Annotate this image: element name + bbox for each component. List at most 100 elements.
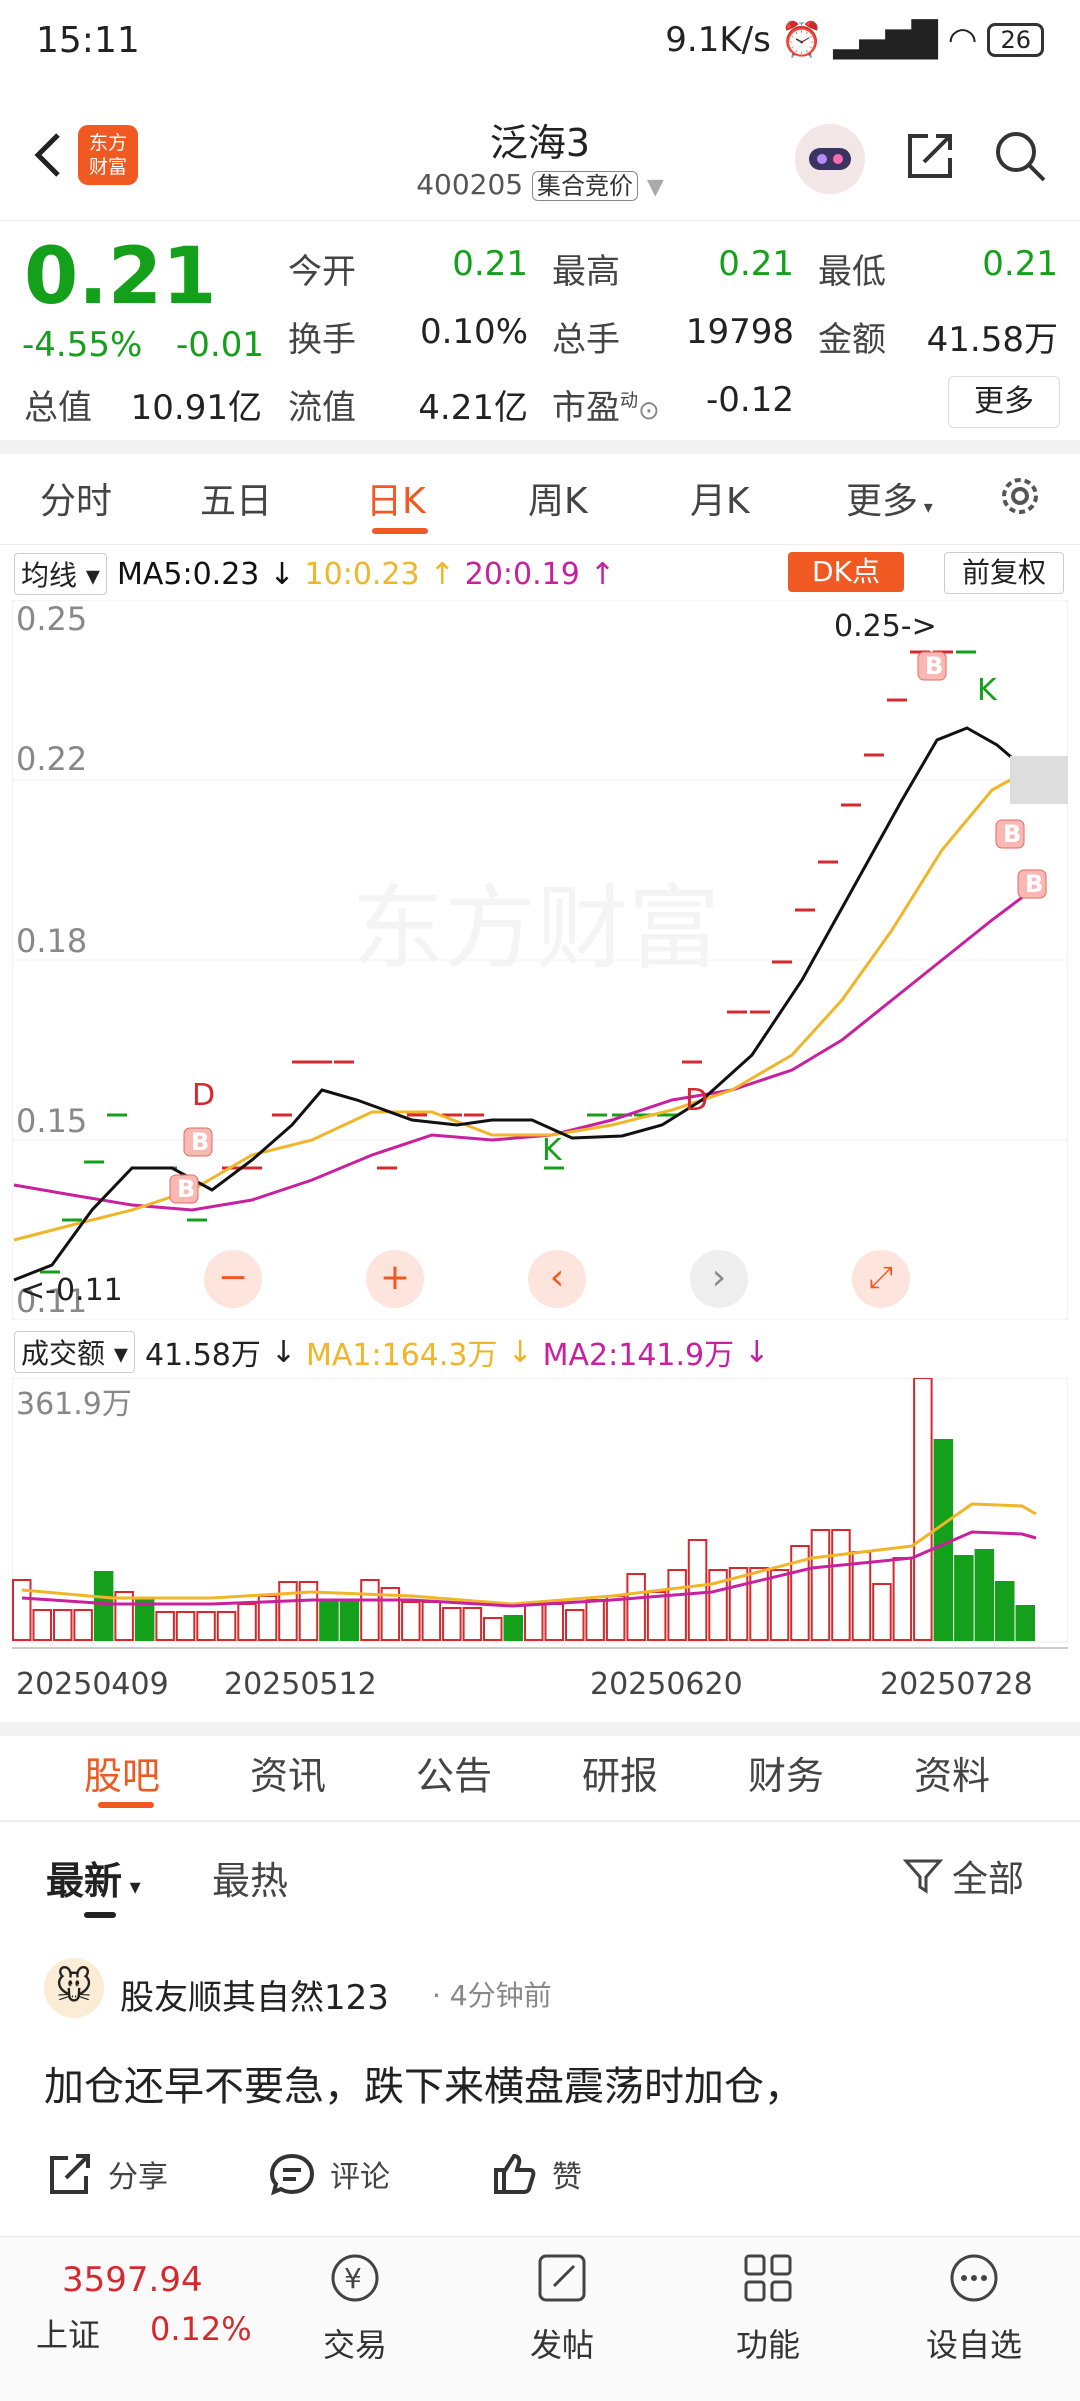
volume-bar	[401, 1601, 421, 1641]
battery-icon: 26	[987, 23, 1044, 57]
like-action[interactable]: 赞	[490, 2150, 582, 2198]
dk-marker: D	[685, 1083, 708, 1118]
user-avatar[interactable]: 🐭	[44, 1958, 104, 2018]
tab-news[interactable]: 资讯	[250, 1745, 326, 1800]
pe-label-text: 市盈	[552, 388, 620, 428]
share-action[interactable]: 分享	[46, 2150, 168, 2198]
volume-bar	[872, 1583, 892, 1641]
ma5-value: MA5:0.23	[116, 556, 260, 592]
tab-more-label: 更多	[846, 481, 919, 522]
svg-text:B: B	[191, 1128, 209, 1156]
volume-bar	[646, 1591, 667, 1641]
mktcap-label: 总值	[24, 388, 92, 428]
caret-down-icon: ▾	[918, 497, 933, 518]
indicator-select[interactable]: 均线 ▾	[14, 553, 107, 595]
date-label: 20250409	[16, 1667, 169, 1702]
info-icon[interactable]: ⊙	[638, 396, 660, 426]
change-percent: -4.55%	[22, 325, 143, 365]
volume-bar	[237, 1603, 257, 1641]
tab-monthly-k[interactable]: 月K	[690, 472, 750, 524]
nav-post[interactable]: 发帖	[492, 2320, 632, 2366]
tab-divider	[0, 544, 1080, 545]
volume-bar	[483, 1617, 503, 1641]
tab-daily-k[interactable]: 日K	[366, 472, 426, 524]
svg-text:B: B	[1025, 870, 1043, 898]
apps-icon[interactable]	[738, 2248, 798, 2308]
post-body[interactable]: 加仓还早不要急，跌下来横盘震荡时加仓，	[44, 2054, 804, 2112]
volume-select[interactable]: 成交额 ▾	[14, 1331, 135, 1373]
thumbs-up-icon	[494, 2153, 536, 2194]
tab-announcement[interactable]: 公告	[416, 1745, 492, 1800]
post-icon[interactable]	[532, 2248, 592, 2308]
trade-icon[interactable]: ¥	[325, 2248, 385, 2308]
volume-bar	[626, 1573, 646, 1641]
volume-bar	[360, 1579, 380, 1641]
volume-bar	[93, 1571, 114, 1641]
nav-functions[interactable]: 功能	[698, 2320, 838, 2366]
tab-intraday[interactable]: 分时	[40, 472, 112, 524]
robot-avatar[interactable]	[795, 124, 865, 194]
scroll-handle[interactable]	[1010, 756, 1068, 804]
volume-value: 19798	[685, 312, 794, 352]
volume-bar	[319, 1599, 339, 1641]
volume-bar	[933, 1439, 954, 1641]
dk-marker: D	[192, 1078, 215, 1113]
kline-chart[interactable]: 东方财富 0.25 0.22 0.18 0.15 0.11 D D K K B …	[12, 600, 1068, 1320]
indicator-select-label: 均线	[21, 559, 78, 592]
scroll-right-button[interactable]: ›	[690, 1250, 748, 1308]
volume-bar	[32, 1609, 52, 1641]
dk-point-button[interactable]: DK点	[788, 552, 904, 592]
float-cap-value: 4.21亿	[418, 388, 528, 428]
zoom-out-button[interactable]: −	[204, 1250, 262, 1308]
tab-finance[interactable]: 财务	[748, 1745, 824, 1800]
svg-text:B: B	[177, 1175, 195, 1203]
fullscreen-icon[interactable]: ⤢	[852, 1250, 910, 1308]
comment-action[interactable]: 评论	[268, 2150, 390, 2198]
nav-add-watchlist[interactable]: 设自选	[904, 2320, 1044, 2366]
chevron-down-icon: ▼	[646, 175, 664, 200]
tab-5day[interactable]: 五日	[200, 472, 272, 524]
more-button[interactable]: 更多	[948, 376, 1060, 428]
post-username[interactable]: 股友顺其自然123	[120, 1970, 389, 2019]
high-value: 0.21	[718, 244, 794, 284]
search-icon[interactable]	[990, 126, 1050, 186]
index-name[interactable]: 上证	[36, 2310, 100, 2356]
open-value: 0.21	[452, 244, 528, 284]
y-label-3: 0.18	[16, 922, 87, 960]
pe-value: -0.12	[706, 380, 794, 420]
low-label: 最低	[818, 252, 886, 292]
low-value: 0.21	[982, 244, 1058, 284]
tab-more[interactable]: 更多 ▾	[846, 472, 933, 524]
nav-trade[interactable]: 交易	[285, 2320, 425, 2366]
sort-hot[interactable]: 最热	[212, 1850, 288, 1905]
y-label-2: 0.22	[16, 740, 87, 778]
volume-bar	[339, 1599, 360, 1641]
sort-latest-label: 最新	[46, 1859, 123, 1903]
dk-marker: K	[542, 1133, 563, 1168]
watchlist-icon[interactable]	[944, 2248, 1004, 2308]
volume-legend: 成交额 ▾ 41.58万 ↓ MA1:164.3万 ↓ MA2:141.9万 ↓	[14, 1330, 769, 1374]
adjust-button[interactable]: 前复权	[944, 552, 1064, 594]
vol-ma2: MA2:141.9万	[542, 1338, 735, 1373]
tab-profile[interactable]: 资料	[914, 1745, 990, 1800]
share-icon[interactable]	[900, 126, 960, 186]
svg-text:B: B	[1003, 820, 1021, 848]
tab-guba[interactable]: 股吧	[84, 1745, 160, 1800]
tab-weekly-k[interactable]: 周K	[528, 472, 588, 524]
arrow-down-icon: ↓	[744, 1334, 770, 1370]
sort-latest[interactable]: 最新 ▾	[46, 1850, 141, 1905]
section-divider	[0, 1722, 1080, 1736]
settings-gear-icon[interactable]	[994, 470, 1046, 522]
like-label: 赞	[552, 2160, 582, 2195]
index-value[interactable]: 3597.94	[62, 2260, 203, 2300]
volume-chart[interactable]: 361.9万 20250409 20250512 20250620 202507…	[12, 1378, 1068, 1708]
filter-all[interactable]: 全部	[902, 1850, 1024, 1902]
zoom-in-button[interactable]: +	[366, 1250, 424, 1308]
tab-research[interactable]: 研报	[582, 1745, 658, 1800]
volume-ymax: 361.9万	[16, 1387, 132, 1422]
volume-select-label: 成交额	[21, 1337, 106, 1370]
scroll-left-button[interactable]: ‹	[528, 1250, 586, 1308]
dk-marker: K	[977, 673, 998, 708]
watermark: 东方财富	[352, 878, 720, 980]
volume-bar	[442, 1607, 462, 1641]
